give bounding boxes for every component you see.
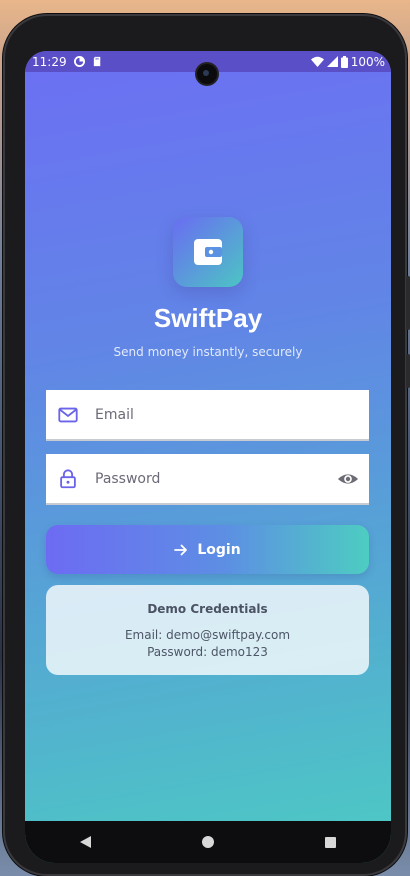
- sd-card-icon: [93, 56, 100, 67]
- wifi-icon: [310, 56, 324, 67]
- system-nav-bar: [25, 821, 391, 863]
- demo-email: Email: demo@swiftpay.com: [124, 628, 291, 642]
- mail-icon: [58, 407, 78, 422]
- lock-icon: [60, 468, 76, 488]
- app-logo: [173, 217, 243, 287]
- phone-frame: 11:29 100% SwiftPay Send money instantly…: [3, 14, 410, 876]
- recents-square-icon[interactable]: [324, 836, 336, 848]
- signal-icon: [326, 56, 338, 67]
- app-screen: 11:29 100% SwiftPay Send money instantly…: [25, 51, 391, 863]
- eye-icon[interactable]: [337, 468, 359, 490]
- app-tagline: Send money instantly, securely: [113, 345, 303, 359]
- status-right-cluster: 100%: [310, 54, 385, 69]
- volume-button: [406, 276, 410, 330]
- password-field[interactable]: [46, 453, 369, 505]
- arrow-right-icon: [174, 544, 188, 555]
- wallet-icon: [194, 239, 222, 265]
- sync-icon: [73, 56, 85, 67]
- demo-title: Demo Credentials: [147, 602, 268, 616]
- status-time: 11:29: [32, 54, 67, 69]
- app-title: SwiftPay: [153, 303, 263, 333]
- battery-percent: 100%: [350, 54, 385, 69]
- email-input[interactable]: [93, 389, 369, 440]
- login-button-label: Login: [197, 541, 241, 558]
- demo-password: Password: demo123: [147, 645, 268, 659]
- email-field[interactable]: [46, 389, 369, 441]
- battery-icon: [340, 55, 348, 68]
- login-button[interactable]: Login: [46, 525, 369, 574]
- camera-cutout: [197, 64, 217, 84]
- home-circle-icon[interactable]: [201, 836, 214, 848]
- demo-credentials-card: Demo Credentials Email: demo@swiftpay.co…: [46, 585, 369, 675]
- back-triangle-icon[interactable]: [80, 836, 92, 848]
- power-button: [406, 354, 410, 388]
- password-input[interactable]: [93, 453, 337, 504]
